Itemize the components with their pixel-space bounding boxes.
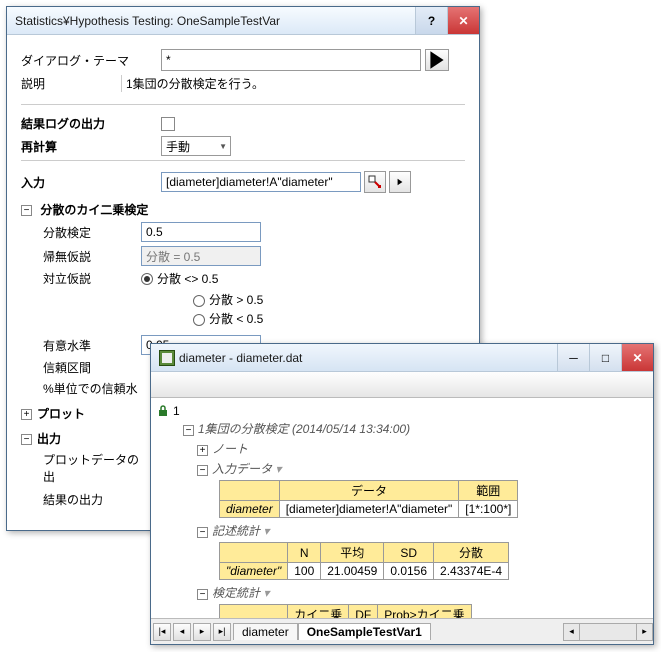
help-button[interactable]: ? [415,7,447,34]
collapse-icon: − [183,425,194,436]
chi-group-header[interactable]: − 分散のカイ二乗検定 [21,201,465,218]
sig-label: 有意水準 [21,337,141,354]
tab-prev-button[interactable]: ◂ [173,623,191,641]
theme-label: ダイアログ・テーマ [21,52,161,69]
close-button[interactable]: ✕ [447,7,479,34]
test-node[interactable]: −検定統計 ▾ [197,584,647,601]
vartest-label: 分散検定 [21,224,141,241]
play-icon [426,49,448,71]
input-range-field[interactable] [161,172,361,192]
result-titlebar[interactable]: diameter - diameter.dat ─ □ ✕ [151,344,653,372]
tab-next-button[interactable]: ▸ [193,623,211,641]
alt-label: 対立仮説 [21,270,141,287]
play-icon [396,178,404,186]
tab-onesample[interactable]: OneSampleTestVar1 [298,623,431,640]
collapse-icon: − [197,527,208,538]
result-log-label: 結果ログの出力 [21,115,161,132]
range-icon [368,175,382,189]
pct-label: %単位での信頼水 [21,380,141,397]
result-title: diameter - diameter.dat [179,351,557,365]
input-node[interactable]: −入力データ ▾ [197,460,647,477]
sheet-tabs: |◂ ◂ ▸ ▸| diameter OneSampleTestVar1 ◂ ▸ [151,618,653,644]
tab-diameter[interactable]: diameter [233,623,298,640]
collapse-icon: − [197,589,208,600]
result-toolbar [151,372,653,398]
alt-radio-2[interactable] [193,295,205,307]
input-table: データ範囲 diameter[diameter]diameter!A"diame… [219,480,518,518]
expand-icon: + [197,445,208,456]
notes-node[interactable]: +ノート [197,440,647,457]
range-picker-button[interactable] [364,171,386,193]
dialog-titlebar[interactable]: Statistics¥Hypothesis Testing: OneSample… [7,7,479,35]
resultout-label: 結果の出力 [21,491,141,508]
tab-last-button[interactable]: ▸| [213,623,231,641]
desc-node[interactable]: −記述統計 ▾ [197,522,647,539]
null-label: 帰無仮説 [21,248,141,265]
alt-radio-1[interactable] [141,273,153,285]
collapse-icon: − [197,465,208,476]
collapse-icon: − [21,205,32,216]
plotdata-label: プロットデータの出 [21,451,141,485]
result-log-checkbox[interactable] [161,117,175,131]
tree-index: 1 [173,404,180,418]
vartest-input[interactable] [141,222,261,242]
minimize-button[interactable]: ─ [557,344,589,371]
scroll-left-button[interactable]: ◂ [564,624,580,640]
scroll-right-button[interactable]: ▸ [636,624,652,640]
desc-label: 説明 [21,75,121,92]
theme-menu-button[interactable] [425,49,449,71]
lock-icon [157,405,169,417]
maximize-button[interactable]: □ [589,344,621,371]
result-window: diameter - diameter.dat ─ □ ✕ 1 −1集団の分散検… [150,343,654,645]
expand-icon: + [21,409,32,420]
worksheet-icon [159,350,175,366]
recalc-select[interactable]: 手動 [161,136,231,156]
desc-table: N平均SD分散 "diameter"10021.004590.01562.433… [219,542,509,580]
dialog-title: Statistics¥Hypothesis Testing: OneSample… [15,14,415,28]
collapse-icon: − [21,434,32,445]
close-button[interactable]: ✕ [621,344,653,371]
input-label: 入力 [21,174,161,191]
desc-value: 1集団の分散検定を行う。 [121,75,264,92]
root-node[interactable]: −1集団の分散検定 (2014/05/14 13:34:00) [183,420,647,437]
alt-radio-3[interactable] [193,314,205,326]
hscrollbar[interactable]: ◂ ▸ [563,623,653,641]
null-input [141,246,261,266]
tab-first-button[interactable]: |◂ [153,623,171,641]
range-menu-button[interactable] [389,171,411,193]
theme-input[interactable] [161,49,421,71]
test-table: カイ二乗DFProb>カイ二乗 "diameter"0.04819993.653… [219,604,472,618]
ci-label: 信頼区間 [21,359,141,376]
recalc-label: 再計算 [21,138,161,155]
